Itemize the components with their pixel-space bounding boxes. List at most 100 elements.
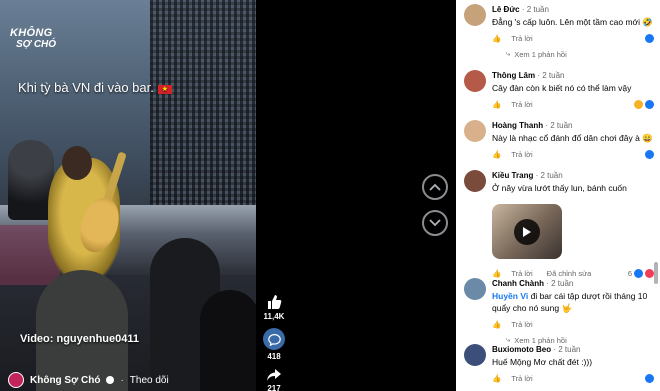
like-comment-icon[interactable]: 👍 xyxy=(492,269,501,278)
next-video-button[interactable] xyxy=(422,210,448,236)
like-comment-icon[interactable]: 👍 xyxy=(492,320,501,329)
reaction-summary[interactable]: 6 xyxy=(627,268,654,278)
reply-button[interactable]: Trả lời xyxy=(511,150,532,159)
commenter-avatar[interactable] xyxy=(464,278,486,300)
follow-button[interactable]: Theo dõi xyxy=(130,375,169,386)
previous-video-button[interactable] xyxy=(422,174,448,200)
reaction-summary[interactable] xyxy=(645,33,654,43)
haha-reaction-icon xyxy=(634,99,643,109)
edited-label: Đã chỉnh sửa xyxy=(546,268,592,278)
share-icon xyxy=(267,369,281,381)
mention-link[interactable]: Huyền Vi xyxy=(492,291,528,301)
like-reaction-icon xyxy=(645,33,654,43)
reply-button[interactable]: Trả lời xyxy=(511,374,532,383)
commenter-avatar[interactable] xyxy=(464,4,486,26)
separator-dot: · xyxy=(120,374,124,386)
comment-item: Kiều Trang · 2 tuần Ở nây vừa lướt thấy … xyxy=(464,170,654,194)
comments-panel: Lê Đức · 2 tuần Đẳng 's cấp luôn. Lên mộ… xyxy=(456,0,660,391)
stage-lights xyxy=(150,0,256,230)
comment-time: · 2 tuần xyxy=(521,5,549,14)
like-reaction-icon xyxy=(634,268,643,278)
commenter-name[interactable]: Thông Lâm xyxy=(492,71,535,80)
reaction-summary[interactable] xyxy=(645,373,654,383)
love-reaction-icon xyxy=(645,268,654,278)
brand-line-1: KHÔNG xyxy=(10,27,53,39)
video-player[interactable]: KHÔNG SỢ CHÓ Khi tỳ bà VN đi vào bar. ★ V… xyxy=(0,0,256,391)
comment-actions: 👍 Trả lời Đã chỉnh sửa 6 xyxy=(492,268,654,278)
reply-button[interactable]: Trả lời xyxy=(511,320,532,329)
reaction-summary[interactable] xyxy=(645,149,654,159)
share-action[interactable]: 217 xyxy=(266,368,282,391)
scrollbar-thumb[interactable] xyxy=(654,262,658,284)
channel-avatar[interactable] xyxy=(8,372,24,388)
comment-icon xyxy=(263,328,285,350)
comment-video-attachment[interactable] xyxy=(492,204,562,259)
play-icon xyxy=(514,219,540,245)
comment-text: Đẳng 's cấp luôn. Lên một tầm cao mới 🤣 xyxy=(492,17,653,27)
crowd-person xyxy=(200,290,256,391)
comment-text: Huế Mộng Mơ chất đét :))) xyxy=(492,357,593,367)
comment-item: Hoàng Thanh · 2 tuần Này là nhạc cổ đánh… xyxy=(464,120,654,159)
comment-item: Lê Đức · 2 tuần Đẳng 's cấp luôn. Lên mộ… xyxy=(464,4,654,59)
commenter-avatar[interactable] xyxy=(464,170,486,192)
comment-item: Chanh Chành · 2 tuần Huyền Vi đi bar cái… xyxy=(464,278,654,345)
comment-text: Cây đàn còn k biết nó có thể làm vậy xyxy=(492,83,632,93)
thumbs-up-icon xyxy=(268,295,282,309)
commenter-avatar[interactable] xyxy=(464,120,486,142)
commenter-name[interactable]: Hoàng Thanh xyxy=(492,121,543,130)
like-reaction-icon xyxy=(645,99,654,109)
reply-button[interactable]: Trả lời xyxy=(511,34,532,43)
comment-count: 418 xyxy=(267,352,281,361)
channel-logo: KHÔNG SỢ CHÓ xyxy=(10,27,57,51)
comment-time: · 2 tuần xyxy=(535,171,563,180)
like-comment-icon[interactable]: 👍 xyxy=(492,34,501,43)
caption-text: Khi tỳ bà VN đi vào bar. xyxy=(18,80,154,95)
like-comment-icon[interactable]: 👍 xyxy=(492,100,501,109)
comment-text: Này là nhạc cổ đánh đổ dân chơi đây à 😄 xyxy=(492,133,653,143)
commenter-avatar[interactable] xyxy=(464,70,486,92)
video-actions: 11,4K 418 217 xyxy=(263,294,285,391)
view-replies-link[interactable]: ⤷ Xem 1 phản hồi xyxy=(506,49,654,59)
like-reaction-icon xyxy=(645,149,654,159)
comment-actions: 👍 Trả lời xyxy=(492,149,654,159)
video-watermark: Video: nguyenhue0411 xyxy=(20,333,140,345)
comment-actions: 👍 Trả lời xyxy=(492,373,654,383)
commenter-name[interactable]: Lê Đức xyxy=(492,5,520,14)
comment-actions: 👍 Trả lời xyxy=(492,33,654,43)
commenter-avatar[interactable] xyxy=(464,344,486,366)
comment-time: · 2 tuần xyxy=(546,279,574,288)
like-reaction-icon xyxy=(645,373,654,383)
commenter-name[interactable]: Buxiomoto Beo xyxy=(492,345,551,354)
reaction-summary[interactable] xyxy=(634,99,654,109)
comment-time: · 2 tuần xyxy=(545,121,573,130)
reaction-count: 6 xyxy=(627,268,632,278)
chevron-down-icon xyxy=(429,219,441,227)
reply-button[interactable]: Trả lời xyxy=(511,269,532,278)
performer-head xyxy=(62,146,92,180)
like-action[interactable]: 11,4K xyxy=(263,294,285,321)
comment-text: Huyền Vi đi bar cái tập dượt rồi tháng 1… xyxy=(492,290,654,314)
viewer: KHÔNG SỢ CHÓ Khi tỳ bà VN đi vào bar. ★ V… xyxy=(0,0,660,391)
comment-actions: 👍 Trả lời xyxy=(492,319,654,329)
reply-button[interactable]: Trả lời xyxy=(511,100,532,109)
reply-arrow-icon: ⤷ xyxy=(506,49,511,58)
verified-badge-icon xyxy=(106,376,115,384)
video-caption: Khi tỳ bà VN đi vào bar. ★ xyxy=(18,80,172,95)
channel-info: Không Sợ Chó · Theo dõi xyxy=(8,372,169,388)
comment-action[interactable]: 418 xyxy=(263,328,285,361)
comment-actions-row: 👍 Trả lời Đã chỉnh sửa 6 xyxy=(464,263,654,278)
commenter-name[interactable]: Kiều Trang xyxy=(492,171,533,180)
brand-line-2: SỢ CHÓ xyxy=(16,39,57,50)
comment-time: · 2 tuần xyxy=(537,71,565,80)
commenter-name[interactable]: Chanh Chành xyxy=(492,279,544,288)
scrollbar[interactable] xyxy=(654,4,658,387)
comment-time: · 2 tuần xyxy=(553,345,581,354)
comment-item: Buxiomoto Beo · 2 tuần Huế Mộng Mơ chất … xyxy=(464,344,654,383)
view-replies-text: Xem 1 phản hồi xyxy=(514,49,567,59)
like-count: 11,4K xyxy=(263,312,285,321)
channel-name[interactable]: Không Sợ Chó xyxy=(30,375,100,386)
like-comment-icon[interactable]: 👍 xyxy=(492,374,501,383)
comment-item: Thông Lâm · 2 tuần Cây đàn còn k biết nó… xyxy=(464,70,654,109)
chevron-up-icon xyxy=(429,183,441,191)
like-comment-icon[interactable]: 👍 xyxy=(492,150,501,159)
